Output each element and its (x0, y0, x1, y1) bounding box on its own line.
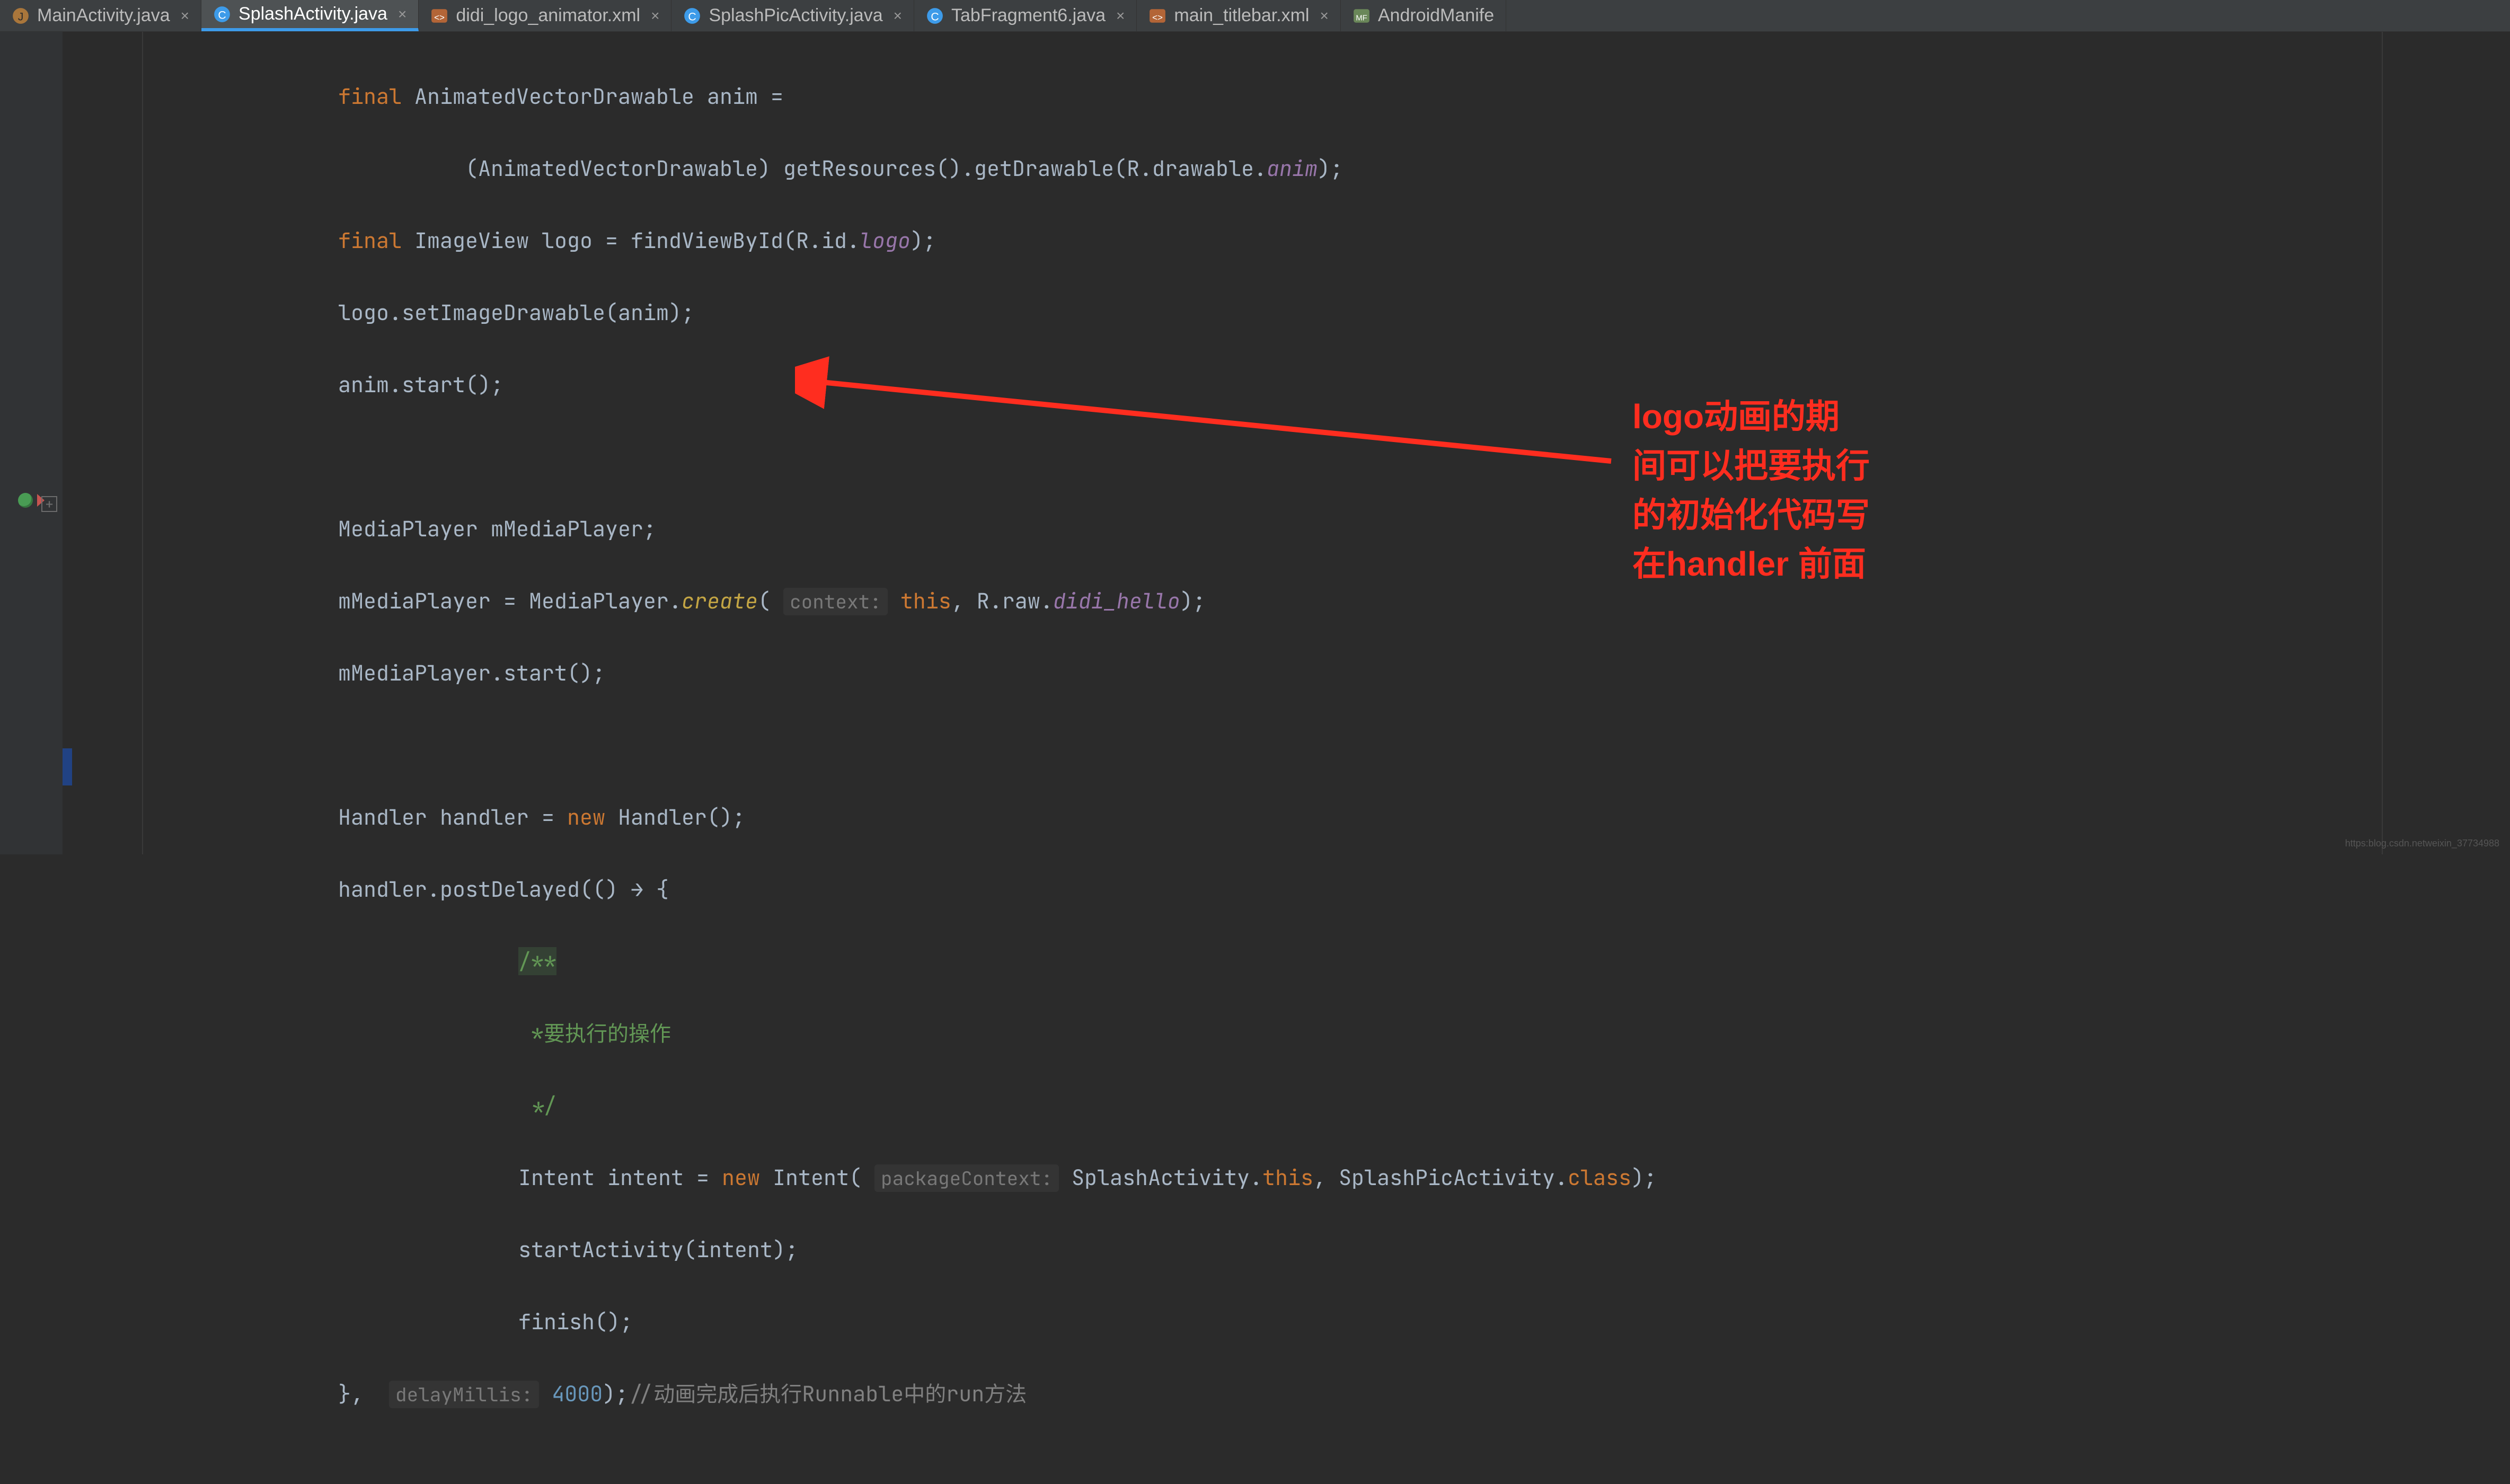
svg-text:<>: <> (1152, 12, 1163, 22)
code-line: finish(); (63, 1304, 2510, 1340)
fold-toggle-icon[interactable]: + (41, 496, 57, 512)
svg-text:J: J (18, 10, 24, 23)
close-icon[interactable]: × (1320, 7, 1329, 24)
tab-splashpicactivity[interactable]: C SplashPicActivity.java × (671, 0, 914, 31)
code-line: (AnimatedVectorDrawable) getResources().… (63, 151, 2510, 187)
svg-text:<>: <> (434, 12, 445, 22)
code-line: Handler handler = new Handler(); (63, 799, 2510, 835)
param-hint: packageContext: (874, 1164, 1059, 1192)
tab-splashactivity[interactable]: C SplashActivity.java × (201, 0, 419, 31)
code-line: final AnimatedVectorDrawable anim = (63, 78, 2510, 114)
code-line: /** (63, 943, 2510, 979)
xml-icon: <> (1148, 7, 1166, 25)
code-line: anim.start(); (63, 367, 2510, 403)
tab-mainactivity[interactable]: J MainActivity.java × (0, 0, 201, 31)
right-margin-guide (2382, 32, 2383, 854)
gutter[interactable]: + (0, 32, 63, 854)
indent-guide (142, 32, 143, 854)
tab-maintitlebar-xml[interactable]: <> main_titlebar.xml × (1137, 0, 1340, 31)
code-line: handler.postDelayed(() → { (63, 871, 2510, 907)
tab-label: MainActivity.java (37, 5, 170, 26)
editor-tabs: J MainActivity.java × C SplashActivity.j… (0, 0, 2510, 32)
tab-label: main_titlebar.xml (1174, 5, 1309, 26)
run-marker-icon[interactable] (18, 493, 33, 508)
annotation-text: logo动画的期 间可以把要执行 的初始化代码写 在handler 前面 (1632, 392, 1870, 589)
tab-tabfragment6[interactable]: C TabFragment6.java × (914, 0, 1137, 31)
class-icon: C (926, 7, 944, 25)
code-line: }, delayMillis: 4000);//动画完成后执行Runnable中… (63, 1376, 2510, 1412)
watermark: https:blog.csdn.netweixin_37734988 (2345, 838, 2499, 849)
code-line: Intent intent = new Intent( packageConte… (63, 1160, 2510, 1196)
svg-text:C: C (218, 8, 226, 21)
tab-label: didi_logo_animator.xml (456, 5, 640, 26)
java-icon: J (12, 7, 30, 25)
manifest-icon: MF (1353, 7, 1371, 25)
class-icon: C (683, 7, 701, 25)
code-area[interactable]: final AnimatedVectorDrawable anim = (Ani… (63, 32, 2510, 854)
editor: + final AnimatedVectorDrawable anim = (A… (0, 32, 2510, 854)
code-line: logo.setImageDrawable(anim); (63, 295, 2510, 331)
close-icon[interactable]: × (398, 6, 406, 23)
close-icon[interactable]: × (651, 7, 659, 24)
param-hint: context: (783, 588, 888, 615)
code-line: final ImageView logo = findViewById(R.id… (63, 223, 2510, 259)
code-line: mMediaPlayer = MediaPlayer.create( conte… (63, 583, 2510, 619)
svg-text:C: C (688, 10, 696, 23)
tab-label: SplashActivity.java (238, 4, 387, 24)
code-line: *要执行的操作 (63, 1015, 2510, 1052)
code-line (63, 439, 2510, 475)
xml-icon: <> (430, 7, 448, 25)
svg-text:MF: MF (1356, 14, 1367, 22)
code-line (63, 727, 2510, 763)
tab-androidmanifest[interactable]: MF AndroidManife (1341, 0, 1506, 31)
close-icon[interactable]: × (181, 7, 189, 24)
class-icon: C (213, 5, 231, 23)
tab-didilogo-xml[interactable]: <> didi_logo_animator.xml × (419, 0, 671, 31)
code-line: mMediaPlayer.start(); (63, 655, 2510, 691)
tab-label: TabFragment6.java (951, 5, 1106, 26)
code-line: MediaPlayer mMediaPlayer; (63, 511, 2510, 547)
code-line: */ (63, 1088, 2510, 1124)
close-icon[interactable]: × (894, 7, 902, 24)
tab-label: AndroidManife (1378, 5, 1494, 26)
close-icon[interactable]: × (1116, 7, 1125, 24)
code-line: startActivity(intent); (63, 1232, 2510, 1268)
tab-label: SplashPicActivity.java (709, 5, 882, 26)
param-hint: delayMillis: (389, 1381, 539, 1408)
svg-text:C: C (931, 10, 939, 23)
selection-gutter-highlight (63, 748, 72, 785)
